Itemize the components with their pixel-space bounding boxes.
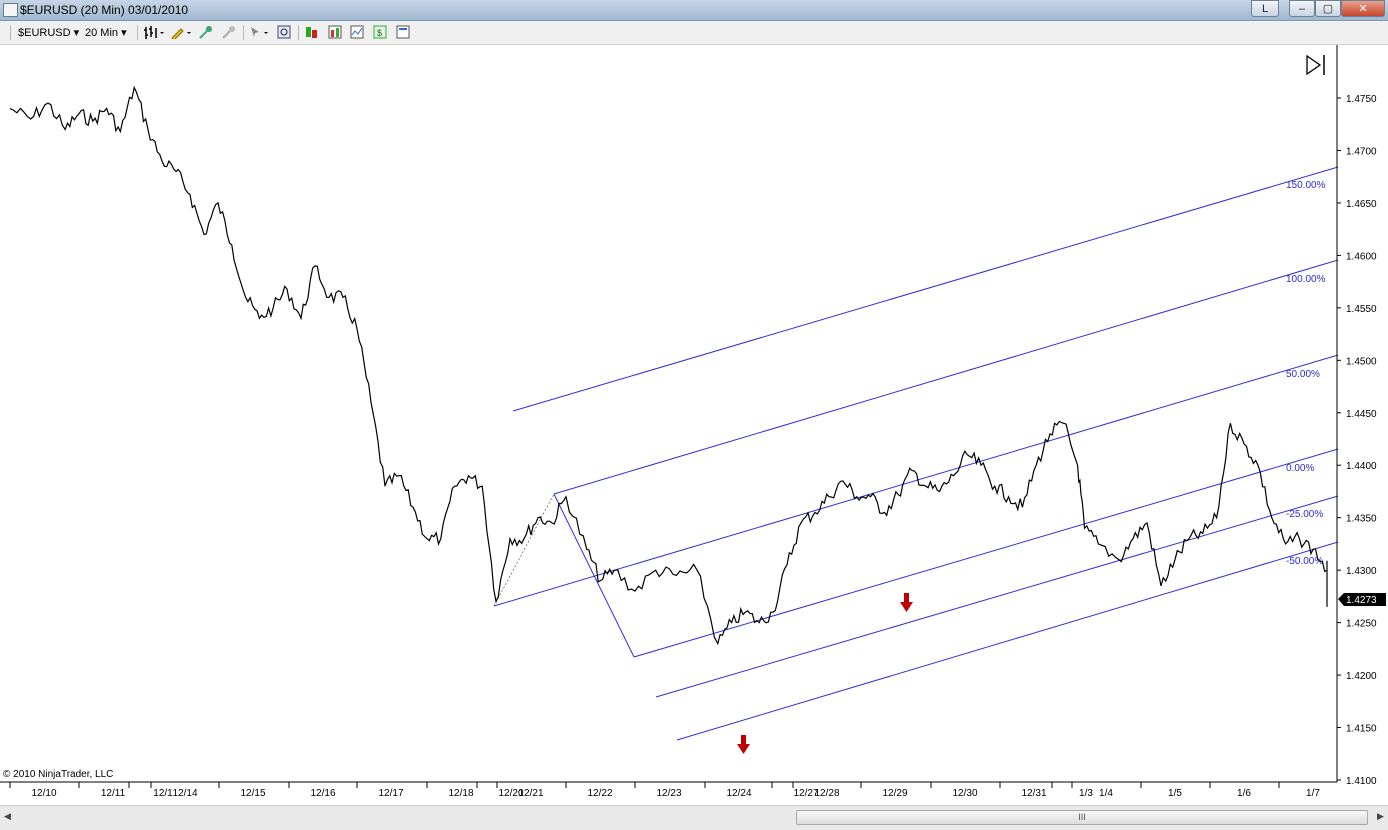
window-title-bar: $EURUSD (20 Min) 03/01/2010 L – ▢ ✕ <box>0 0 1388 21</box>
channel-line-0 <box>633 448 1339 658</box>
down-arrow-1 <box>900 593 913 612</box>
scrollbar-grip: III <box>1078 812 1086 822</box>
y-tick-label: 1.4250 <box>1346 619 1377 630</box>
scrollbar-thumb[interactable]: III <box>796 810 1368 825</box>
channel-line-150 <box>512 166 1339 412</box>
scroll-right-arrow-icon[interactable]: ▶ <box>1377 811 1384 822</box>
x-tick-label: 1/4 <box>1099 788 1113 799</box>
x-tick-label: 12/15 <box>240 788 265 799</box>
x-tick-label: 12/10 <box>31 788 56 799</box>
toolbar-separator <box>298 25 299 40</box>
x-tick-label: 1/6 <box>1237 788 1251 799</box>
x-tick-label: 12/22 <box>587 788 612 799</box>
x-tick-label: 12/17 <box>378 788 403 799</box>
y-tick-label: 1.4200 <box>1346 671 1377 682</box>
instrument-label: $EURUSD <box>18 27 71 39</box>
copyright-text: © 2010 NinjaTrader, LLC <box>3 769 114 780</box>
properties-icon[interactable] <box>350 25 364 39</box>
y-tick-label: 1.4550 <box>1346 304 1377 315</box>
chart-scrollbar[interactable]: ◀ III ▶ <box>0 805 1388 830</box>
channel-line-50 <box>493 354 1339 607</box>
zoom-icon[interactable] <box>277 25 291 39</box>
channel-line-100 <box>553 259 1339 495</box>
y-tick-label: 1.4600 <box>1346 251 1377 262</box>
y-tick-label: 1.4500 <box>1346 356 1377 367</box>
channel-level-label: 50.00% <box>1286 369 1320 380</box>
channel-line-minus50 <box>676 541 1339 741</box>
x-tick-label: 12/24 <box>726 788 751 799</box>
channel-level-label: -25.00% <box>1286 509 1323 520</box>
interval-label: 20 Min <box>85 27 119 39</box>
maximize-button[interactable]: ▢ <box>1315 0 1341 17</box>
x-tick-label: 12/31 <box>1021 788 1046 799</box>
l-button[interactable]: L <box>1251 0 1279 17</box>
x-tick-label: 12/1 <box>153 788 173 799</box>
close-button[interactable]: ✕ <box>1341 0 1385 17</box>
y-tick-label: 1.4400 <box>1346 461 1377 472</box>
last-price-marker: 1.4273 <box>1338 593 1386 606</box>
toolbar-grip <box>10 25 11 40</box>
interval-selector[interactable]: 20 Min ▾ <box>85 25 127 41</box>
svg-text:$: $ <box>377 28 382 38</box>
channel-level-label: 100.00% <box>1286 274 1326 285</box>
y-tick-label: 1.4650 <box>1346 199 1377 210</box>
bar-type-icon[interactable] <box>143 25 165 39</box>
minimize-button[interactable]: – <box>1289 0 1315 17</box>
x-tick-label: 12/11 <box>101 788 126 799</box>
indicators-icon[interactable] <box>305 25 319 39</box>
x-tick-label: 12/29 <box>882 788 907 799</box>
price-chart[interactable]: 150.00%100.00%50.00%0.00%-25.00%-50.00% … <box>0 45 1388 805</box>
y-tick-label: 1.4150 <box>1346 724 1377 735</box>
y-tick-label: 1.4300 <box>1346 566 1377 577</box>
chart-trader-icon[interactable] <box>396 25 410 39</box>
remove-strategy-icon[interactable] <box>221 25 235 39</box>
x-tick-label: 12/30 <box>952 788 977 799</box>
last-price-label: 1.4273 <box>1346 595 1377 606</box>
add-strategy-icon[interactable] <box>198 25 212 39</box>
chart-toolbar: $EURUSD ▾ 20 Min ▾ $ <box>0 21 1388 45</box>
pitchfork-handle-line <box>553 493 635 658</box>
y-axis: 1.4750 1.4700 1.4650 1.4600 1.4550 1.4500 1.44… <box>1337 94 1377 787</box>
window-title: $EURUSD (20 Min) 03/01/2010 <box>20 3 189 17</box>
y-tick-label: 1.4100 <box>1346 776 1377 787</box>
pitchfork-anchor-line <box>493 493 555 607</box>
channel-level-label: 0.00% <box>1286 463 1314 474</box>
scroll-left-arrow-icon[interactable]: ◀ <box>4 811 11 822</box>
x-tick-label: 1/5 <box>1168 788 1182 799</box>
data-box-icon[interactable]: $ <box>373 25 387 39</box>
y-tick-label: 1.4350 <box>1346 514 1377 525</box>
y-tick-label: 1.4700 <box>1346 146 1377 157</box>
down-arrow-2 <box>737 735 750 754</box>
panel-expand-icon[interactable] <box>1306 54 1325 76</box>
andrews-pitchfork[interactable] <box>493 166 1339 741</box>
x-tick-label: 1/7 <box>1306 788 1320 799</box>
chart-window-icon <box>3 3 18 17</box>
toolbar-separator <box>243 25 244 40</box>
x-axis: 12/10 12/11 12/1 12/14 12/15 12/16 12/17 12/18 1… <box>9 782 1320 799</box>
cursor-icon[interactable] <box>249 25 271 39</box>
x-tick-label: 12/21 <box>518 788 543 799</box>
x-tick-label: 1/3 <box>1079 788 1093 799</box>
y-tick-label: 1.4750 <box>1346 94 1377 105</box>
x-tick-label: 12/23 <box>656 788 681 799</box>
x-tick-label: 12/14 <box>172 788 197 799</box>
channel-line-minus25 <box>655 495 1339 698</box>
x-tick-label: 12/28 <box>814 788 839 799</box>
x-tick-label: 12/18 <box>448 788 473 799</box>
channel-level-label: 150.00% <box>1286 180 1326 191</box>
strategies-icon[interactable] <box>328 25 342 39</box>
toolbar-separator <box>137 25 138 40</box>
draw-tool-icon[interactable] <box>170 25 192 39</box>
price-series-line <box>9 85 1328 646</box>
instrument-selector[interactable]: $EURUSD ▾ <box>18 25 79 41</box>
x-tick-label: 12/16 <box>310 788 335 799</box>
y-tick-label: 1.4450 <box>1346 409 1377 420</box>
